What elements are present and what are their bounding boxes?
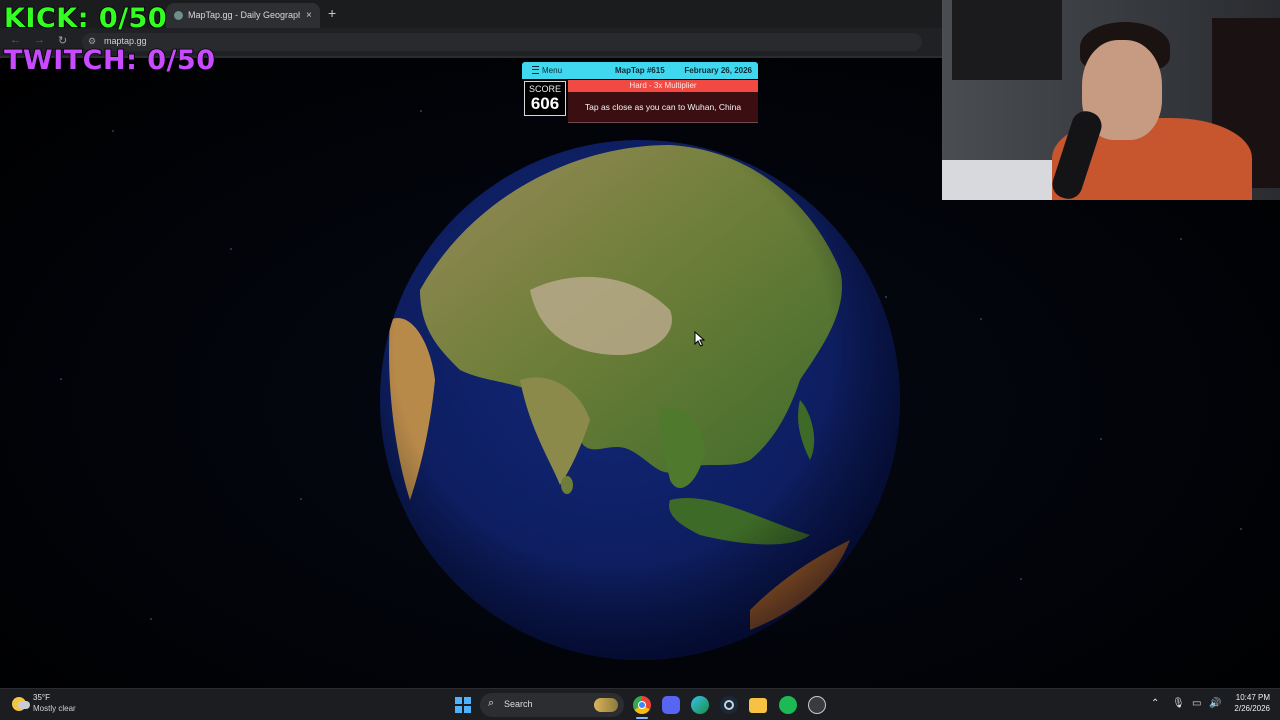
mouse-cursor-icon: [694, 331, 706, 347]
puzzle-date: February 26, 2026: [684, 66, 752, 75]
discord-icon[interactable]: [662, 696, 680, 714]
score-box: SCORE 606: [524, 81, 566, 116]
volume-icon[interactable]: 🔊: [1209, 698, 1221, 709]
browser-tab[interactable]: MapTap.gg - Daily Geography Game ×: [166, 3, 320, 28]
webcam-feed: [942, 0, 1280, 200]
new-tab-button[interactable]: +: [328, 4, 336, 22]
file-explorer-icon[interactable]: [749, 698, 767, 713]
chevron-up-icon[interactable]: ⌃: [1151, 698, 1159, 709]
steam-icon[interactable]: [720, 696, 738, 714]
spotify-icon[interactable]: [779, 696, 797, 714]
screen: MapTap.gg - Daily Geography Game × + ← →…: [0, 0, 1280, 720]
difficulty-banner: Hard - 3x Multiplier: [568, 80, 758, 92]
clock-time[interactable]: 10:47 PM: [1230, 693, 1270, 702]
chrome-icon[interactable]: [633, 696, 651, 714]
site-favicon-icon: [174, 11, 183, 20]
twitch-counter-overlay: TWITCH: 0/50: [3, 44, 216, 77]
hamburger-menu-icon: [532, 66, 539, 74]
windows-start-icon[interactable]: [455, 697, 471, 713]
windows-taskbar: 35°F Mostly clear ⌕ Search ⌃ 🎙 ▭ 🔊 10:47…: [0, 688, 1280, 720]
tab-title: MapTap.gg - Daily Geography Game: [188, 10, 300, 20]
search-icon: ⌕: [488, 697, 495, 709]
tab-close-icon[interactable]: ×: [306, 3, 312, 28]
kick-counter-overlay: KICK: 0/50: [3, 2, 168, 35]
menu-label: Menu: [542, 66, 563, 75]
network-icon[interactable]: ▭: [1192, 698, 1201, 709]
globe-map[interactable]: [380, 140, 900, 660]
app-icon[interactable]: [808, 696, 826, 714]
weather-description[interactable]: Mostly clear: [33, 704, 76, 713]
hud-header-bar: Menu MapTap #615 February 26, 2026: [522, 62, 758, 79]
edge-icon[interactable]: [691, 696, 709, 714]
microphone-tray-icon[interactable]: 🎙: [1172, 698, 1185, 709]
active-app-indicator: [636, 717, 648, 719]
menu-button[interactable]: Menu: [532, 62, 562, 79]
search-label: Search: [504, 699, 533, 709]
question-prompt: Tap as close as you can to Wuhan, China: [568, 92, 758, 123]
score-value: 606: [530, 94, 560, 113]
weather-temperature[interactable]: 35°F: [33, 693, 50, 702]
weather-moon-cloud-icon[interactable]: [12, 697, 30, 711]
puzzle-number: MapTap #615: [615, 66, 665, 75]
search-highlight-art: [594, 698, 618, 712]
taskbar-search[interactable]: ⌕ Search: [480, 693, 624, 717]
globe-landmass: [380, 140, 900, 660]
clock-date[interactable]: 2/26/2026: [1228, 704, 1270, 713]
game-hud: Menu MapTap #615 February 26, 2026 SCORE…: [522, 62, 758, 124]
